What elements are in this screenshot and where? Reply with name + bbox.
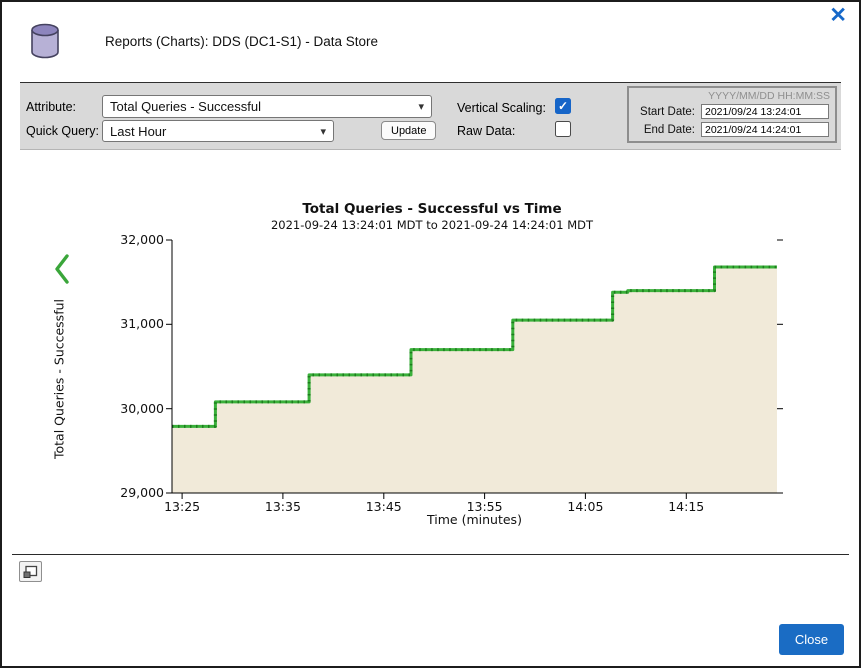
vertical-scaling-label: Vertical Scaling: [457, 101, 546, 115]
quick-query-select-value: Last Hour [110, 124, 166, 139]
x-axis-label: Time (minutes) [172, 512, 777, 527]
new-window-icon [23, 565, 38, 579]
reports-chart-dialog: ✕ Reports (Charts): DDS (DC1-S1) - Data … [0, 0, 861, 668]
start-date-input[interactable] [701, 104, 829, 119]
raw-data-checkbox[interactable] [555, 121, 571, 137]
y-axis-label: Total Queries - Successful [52, 299, 67, 459]
open-chart-new-window-button[interactable] [19, 561, 42, 582]
close-button[interactable]: Close [779, 624, 844, 655]
y-tick-label: 32,000 [94, 232, 164, 247]
dialog-title: Reports (Charts): DDS (DC1-S1) - Data St… [105, 34, 378, 49]
collapse-chevron-icon[interactable] [53, 254, 71, 284]
start-date-label: Start Date: [633, 106, 695, 118]
quick-query-select[interactable]: Last Hour ▾ [102, 120, 334, 142]
chart-title: Total Queries - Successful vs Time [59, 201, 805, 217]
vertical-scaling-checkbox[interactable]: ✓ [555, 98, 571, 114]
footer-divider [12, 554, 849, 555]
chevron-down-icon: ▾ [412, 100, 424, 113]
end-date-input[interactable] [701, 122, 829, 137]
control-bar: Attribute: Total Queries - Successful ▾ … [20, 83, 841, 150]
data-store-icon [28, 22, 62, 60]
close-icon[interactable]: ✕ [829, 4, 847, 28]
attribute-select-value: Total Queries - Successful [110, 99, 261, 114]
check-icon: ✓ [558, 100, 568, 112]
chart-plot-area: 29,00030,00031,00032,00013:2513:3513:451… [172, 240, 777, 493]
attribute-label: Attribute: [26, 100, 76, 114]
chart-subtitle: 2021-09-24 13:24:01 MDT to 2021-09-24 14… [59, 218, 805, 232]
raw-data-label: Raw Data: [457, 124, 515, 138]
date-format-hint: YYYY/MM/DD HH:MM:SS [708, 90, 830, 102]
y-tick-label: 30,000 [94, 401, 164, 416]
chevron-down-icon: ▾ [314, 125, 326, 138]
update-button[interactable]: Update [381, 121, 436, 140]
chart-plot [172, 240, 777, 493]
quick-query-label: Quick Query: [26, 124, 99, 138]
attribute-select[interactable]: Total Queries - Successful ▾ [102, 95, 432, 118]
date-range-box: YYYY/MM/DD HH:MM:SS Start Date: End Date… [627, 86, 837, 143]
y-tick-label: 31,000 [94, 316, 164, 331]
end-date-label: End Date: [633, 124, 695, 136]
y-tick-label: 29,000 [94, 485, 164, 500]
